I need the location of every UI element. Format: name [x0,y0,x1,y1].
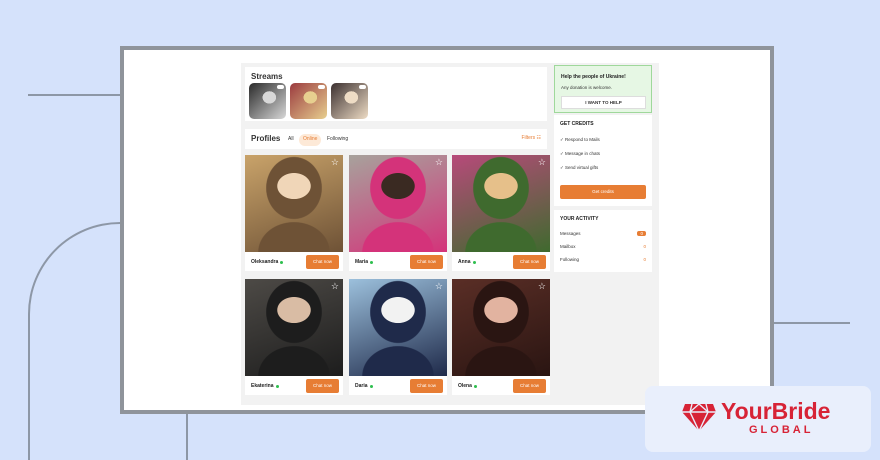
activity-title: YOUR ACTIVITY [560,216,599,222]
credit-benefit: ✓ Message in chats [560,151,601,156]
brand-sub: GLOBAL [749,424,814,436]
video-icon: ■ [475,262,479,268]
chat-now-button[interactable]: Chat now [306,379,339,393]
online-dot-icon [275,384,279,388]
favorite-star-icon[interactable]: ☆ [435,282,443,291]
profile-photo[interactable] [349,155,447,252]
get-credits-button[interactable]: Get credits [560,185,646,199]
brand-name: YourBride [721,398,831,424]
profile-card[interactable]: ☆ ▣ 10 ■ 0 Anna Chat now [452,155,550,271]
profile-photo[interactable] [452,155,550,252]
profile-card[interactable]: ☆ ▣ 20 ■ 0 Maria Chat now [349,155,447,271]
tab-online[interactable]: Online [299,134,322,146]
profile-card[interactable]: ☆ ▣ 6 ■ 0 Oleksandra Chat now [245,155,343,271]
live-badge-icon [359,85,366,89]
activity-row-messages[interactable]: Messages 0 [560,231,646,236]
credit-benefit: ✓ Send virtual gifts [560,165,599,170]
favorite-star-icon[interactable]: ☆ [331,158,339,167]
profile-name[interactable]: Oleksandra [251,259,284,265]
brand-logo: YourBride GLOBAL [645,386,871,452]
profile-card[interactable]: ☆ ▣ 25 ■ 0 Daria Chat now [349,279,447,395]
i-want-to-help-button[interactable]: I WANT TO HELP [561,96,646,109]
tab-following[interactable]: Following [323,134,352,146]
diamond-heart-icon [682,403,716,432]
your-activity-panel: YOUR ACTIVITY Messages 0 Mailbox 0 Followi… [554,210,652,272]
online-dot-icon [370,260,374,264]
profile-name[interactable]: Maria [355,259,374,265]
favorite-star-icon[interactable]: ☆ [331,282,339,291]
live-badge-icon [318,85,325,89]
chat-now-button[interactable]: Chat now [410,255,443,269]
profile-photo[interactable] [452,279,550,376]
profile-name[interactable]: Anna [458,259,476,265]
filters-icon: ☷ [536,135,541,141]
profile-photo[interactable] [245,155,343,252]
favorite-star-icon[interactable]: ☆ [538,282,546,291]
profile-name[interactable]: Daria [355,383,373,389]
favorite-star-icon[interactable]: ☆ [435,158,443,167]
chat-now-button[interactable]: Chat now [513,255,546,269]
site-content: Streams Profiles All Online Following Fi… [241,63,659,405]
deco-arc [28,222,120,460]
online-dot-icon [369,384,373,388]
filters-button[interactable]: Filters ☷ [522,135,542,141]
online-dot-icon [473,384,477,388]
profiles-bar: Profiles All Online Following Filters ☷ [245,129,547,149]
activity-row-following[interactable]: Following 0 [560,257,646,262]
chat-now-button[interactable]: Chat now [306,255,339,269]
tab-all[interactable]: All [284,134,298,146]
messages-count: 0 [637,231,646,236]
profile-photo[interactable] [349,279,447,376]
mailbox-count: 0 [643,244,646,249]
live-badge-icon [277,85,284,89]
get-credits-panel: GET CREDITS ✓ Respond to Mails ✓ Message… [554,115,652,206]
stream-thumb[interactable] [331,83,368,119]
deco-line-right [774,322,850,324]
activity-row-mailbox[interactable]: Mailbox 0 [560,244,646,249]
deco-line-left [28,94,120,96]
profile-name[interactable]: Ekaterina [251,383,279,389]
stream-thumb[interactable] [249,83,286,119]
online-dot-icon [280,260,284,264]
profile-card[interactable]: ☆ ▣ 20 ■ 0 Ekaterina Chat now [245,279,343,395]
screenshot-frame: Streams Profiles All Online Following Fi… [120,46,774,414]
chat-now-button[interactable]: Chat now [410,379,443,393]
browser-viewport: Streams Profiles All Online Following Fi… [124,50,770,410]
filters-label: Filters [521,135,536,141]
profile-card[interactable]: ☆ ▣ 16 ■ 0 Olena Chat now [452,279,550,395]
following-count: 0 [643,257,646,262]
help-subtitle: Any donation is welcome. [561,85,613,90]
online-dot-icon [472,260,476,264]
ukraine-help-panel: Help the people of Ukraine! Any donation… [554,65,652,113]
help-title: Help the people of Ukraine! [561,74,626,80]
streams-panel: Streams [245,67,547,121]
favorite-star-icon[interactable]: ☆ [538,158,546,167]
profile-photo[interactable] [245,279,343,376]
deco-line-bottom [186,414,188,460]
chat-now-button[interactable]: Chat now [513,379,546,393]
profile-name[interactable]: Olena [458,383,477,389]
video-icon: ■ [372,386,376,392]
streams-title: Streams [251,72,283,81]
credits-title: GET CREDITS [560,121,594,127]
credit-benefit: ✓ Respond to Mails [560,137,600,142]
stream-thumb[interactable] [290,83,327,119]
profiles-title: Profiles [251,134,281,143]
